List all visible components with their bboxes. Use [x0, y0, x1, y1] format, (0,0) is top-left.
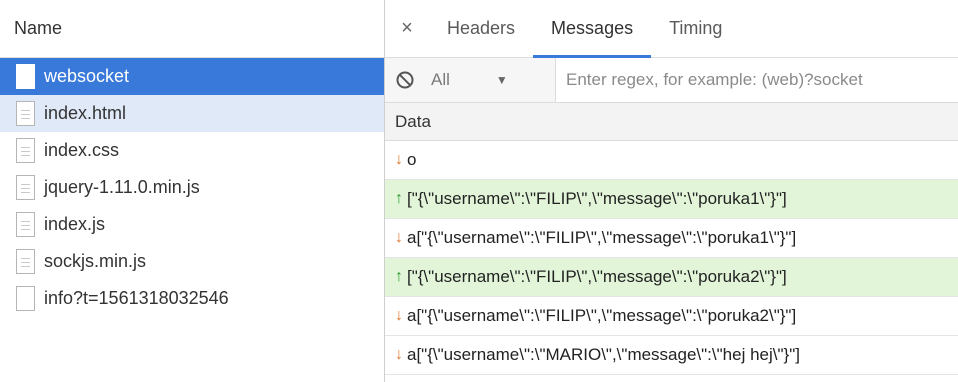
request-item-label: info?t=1561318032546 — [44, 288, 229, 308]
tab-messages[interactable]: Messages — [533, 0, 652, 58]
message-row[interactable]: ↓ a["{\"username\":\"FILIP\",\"message\"… — [385, 297, 958, 336]
received-arrow-icon: ↓ — [395, 229, 403, 246]
document-file-icon — [16, 175, 35, 200]
websocket-file-icon — [16, 64, 35, 89]
request-item-label: index.js — [44, 214, 106, 234]
regex-filter-input[interactable] — [555, 58, 958, 102]
message-row[interactable]: ↓ a["{\"username\":\"FILIP\",\"message\"… — [385, 219, 958, 258]
request-item-label: index.css — [44, 140, 120, 160]
message-type-value: All — [431, 70, 450, 89]
message-list: ↓ o ↑ ["{\"username\":\"FILIP\",\"messag… — [385, 141, 958, 375]
received-arrow-icon: ↓ — [395, 151, 403, 168]
message-row[interactable]: ↑ ["{\"username\":\"FILIP\",\"message\":… — [385, 180, 958, 219]
request-item-websocket[interactable]: websocket — [0, 58, 384, 95]
sent-arrow-icon: ↑ — [395, 190, 403, 207]
sent-arrow-icon: ↑ — [395, 268, 403, 285]
document-file-icon — [16, 249, 35, 274]
request-list: websocket index.html index.css jquery-1.… — [0, 58, 384, 317]
request-detail-panel: × Headers Messages Timing All ▼ Data ↓ o — [385, 0, 958, 382]
dropdown-caret-icon: ▼ — [495, 73, 508, 87]
message-row[interactable]: ↑ ["{\"username\":\"FILIP\",\"message\":… — [385, 258, 958, 297]
message-text: ["{\"username\":\"FILIP\",\"message\":\"… — [407, 189, 787, 208]
message-filter-bar: All ▼ — [385, 58, 958, 103]
blank-file-icon — [16, 286, 35, 311]
request-item-label: sockjs.min.js — [44, 251, 147, 271]
request-item-info[interactable]: info?t=1561318032546 — [0, 280, 384, 317]
data-column-header[interactable]: Data — [385, 103, 958, 141]
message-row[interactable]: ↓ o — [385, 141, 958, 180]
requests-panel: Name websocket index.html index.css jque… — [0, 0, 384, 382]
request-item-index-js[interactable]: index.js — [0, 206, 384, 243]
name-column-header[interactable]: Name — [0, 0, 384, 58]
detail-tabbar: × Headers Messages Timing — [385, 0, 958, 58]
message-text: o — [407, 150, 417, 169]
message-row[interactable]: ↓ a["{\"username\":\"MARIO\",\"message\"… — [385, 336, 958, 375]
message-text: a["{\"username\":\"MARIO\",\"message\":\… — [407, 345, 800, 364]
document-file-icon — [16, 138, 35, 163]
message-text: a["{\"username\":\"FILIP\",\"message\":\… — [407, 228, 797, 247]
document-file-icon — [16, 101, 35, 126]
request-item-label: index.html — [44, 103, 127, 123]
received-arrow-icon: ↓ — [395, 346, 403, 363]
request-item-sockjs[interactable]: sockjs.min.js — [0, 243, 384, 280]
devtools-network-view: Name websocket index.html index.css jque… — [0, 0, 958, 382]
request-item-jquery[interactable]: jquery-1.11.0.min.js — [0, 169, 384, 206]
clear-messages-icon[interactable] — [385, 70, 425, 90]
request-item-index-html[interactable]: index.html — [0, 95, 384, 132]
message-text: ["{\"username\":\"FILIP\",\"message\":\"… — [407, 267, 787, 286]
close-icon[interactable]: × — [385, 0, 429, 57]
request-item-label: jquery-1.11.0.min.js — [44, 177, 200, 197]
request-item-index-css[interactable]: index.css — [0, 132, 384, 169]
tab-timing[interactable]: Timing — [651, 0, 740, 57]
message-type-select[interactable]: All ▼ — [425, 70, 555, 90]
request-item-label: websocket — [44, 66, 130, 86]
received-arrow-icon: ↓ — [395, 307, 403, 324]
document-file-icon — [16, 212, 35, 237]
message-text: a["{\"username\":\"FILIP\",\"message\":\… — [407, 306, 797, 325]
tab-headers[interactable]: Headers — [429, 0, 533, 57]
